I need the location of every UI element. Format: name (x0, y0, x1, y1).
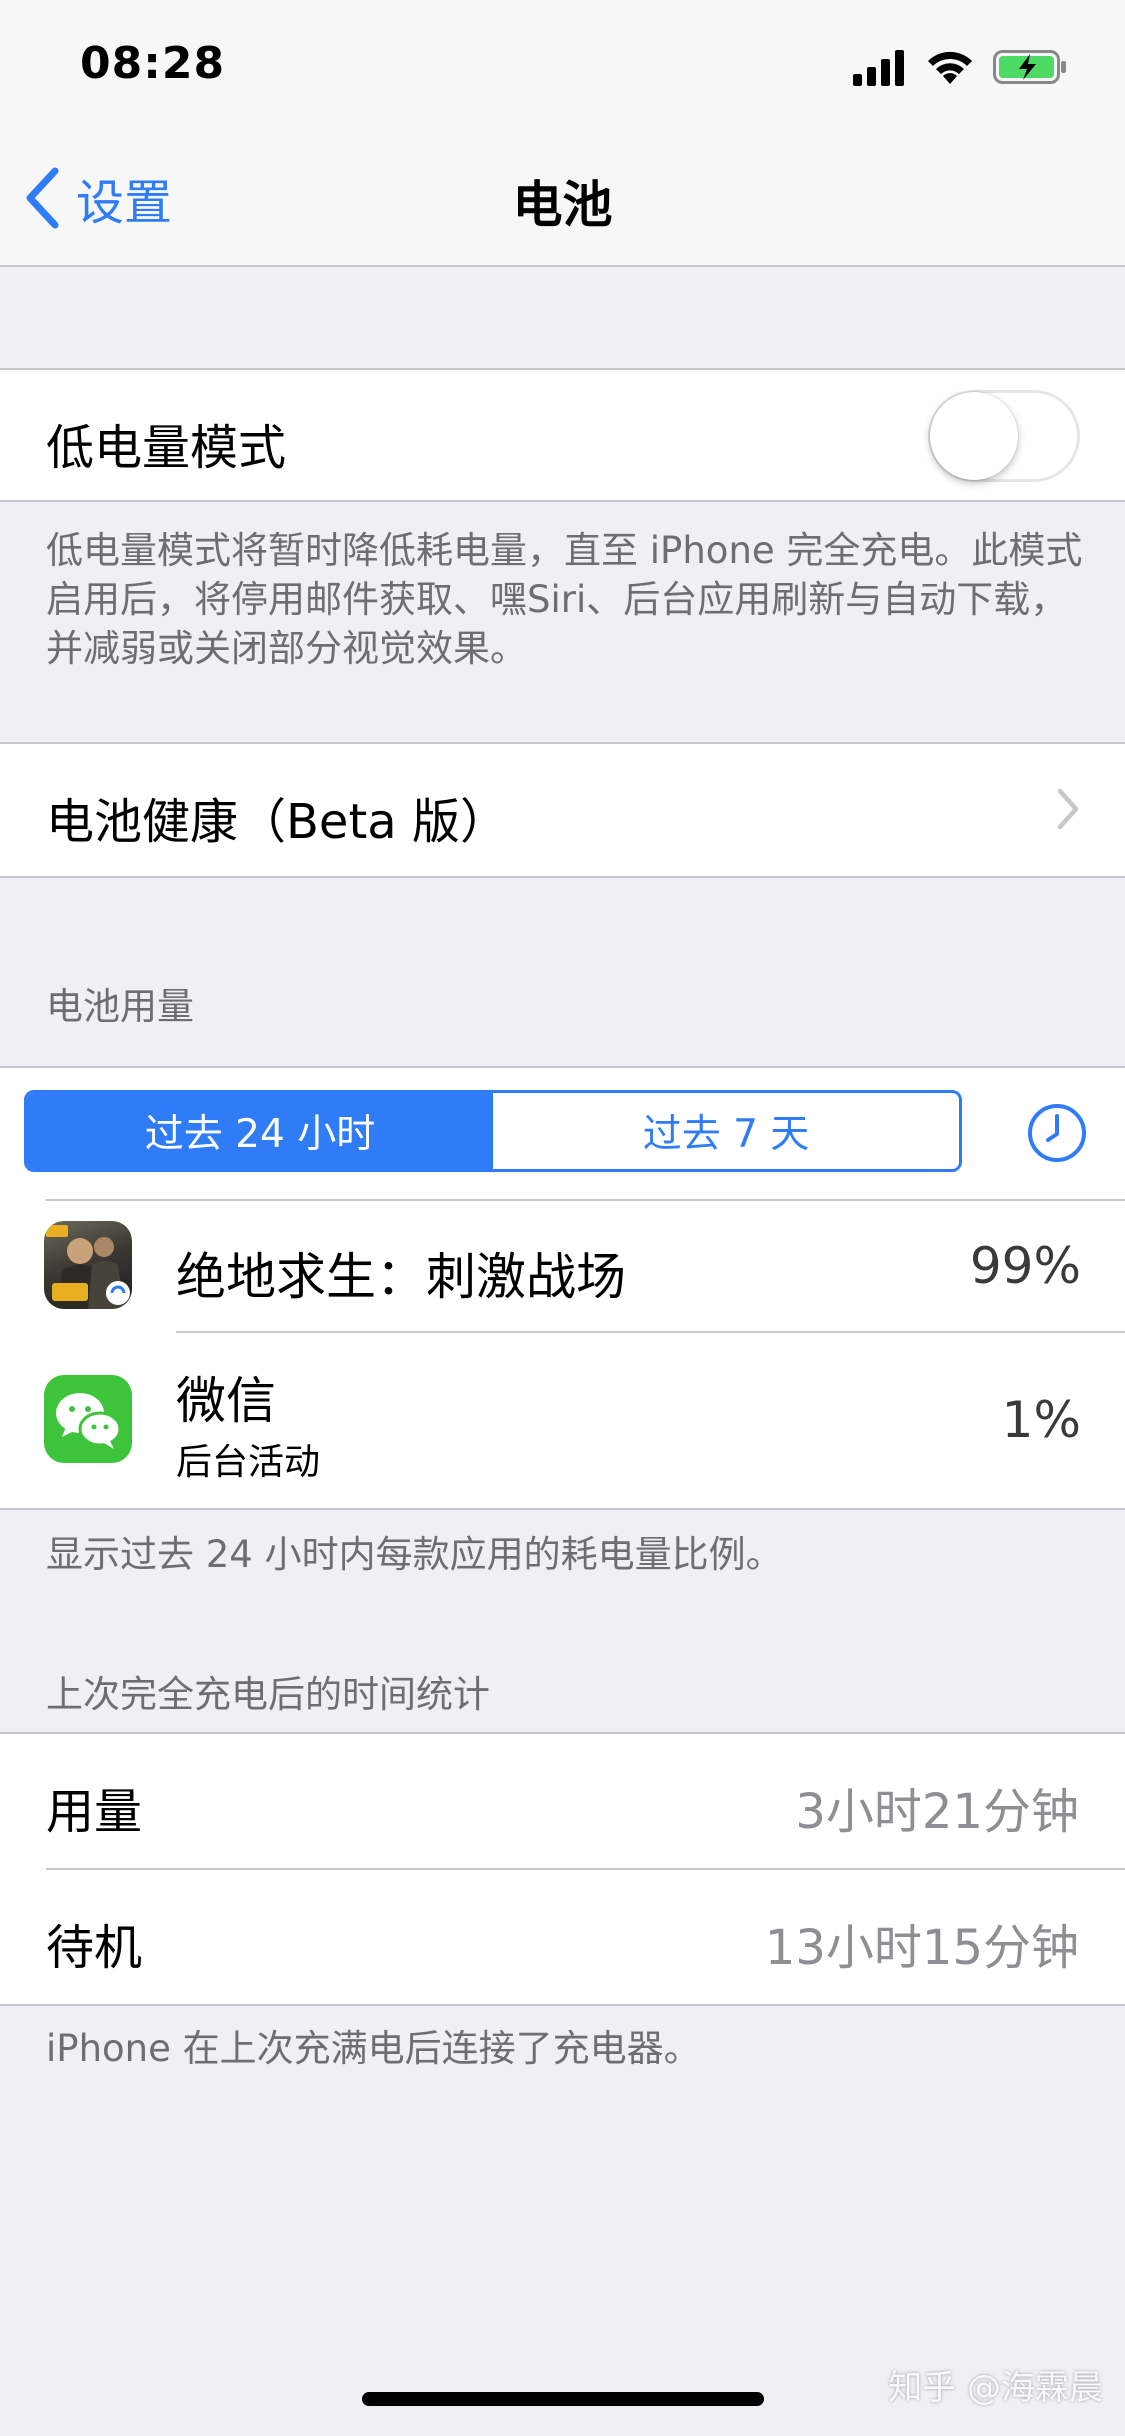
app-percent: 1% (1001, 1391, 1081, 1449)
status-icons (853, 48, 1083, 88)
low-power-label: 低电量模式 (46, 420, 287, 476)
since-charge-group: 用量 3小时21分钟 待机 13小时15分钟 (0, 1732, 1125, 2006)
wechat-app-icon (44, 1375, 132, 1463)
battery-charging-icon (993, 50, 1066, 84)
period-segmented-control: 过去 24 小时 过去 7 天 (24, 1090, 962, 1172)
low-power-toggle[interactable] (928, 390, 1080, 482)
usage-footer: 显示过去 24 小时内每款应用的耗电量比例。 (46, 1533, 783, 1576)
row-label: 待机 (46, 1920, 143, 1976)
row-value: 3小时21分钟 (795, 1784, 1079, 1840)
page-title: 电池 (512, 176, 613, 234)
home-indicator[interactable] (362, 2392, 764, 2406)
app-name: 绝地求生：刺激战场 (176, 1248, 626, 1306)
low-power-footer: 低电量模式将暂时降低耗电量，直至 iPhone 完全充电。此模式启用后，将停用邮… (46, 529, 1083, 670)
row-label: 用量 (46, 1784, 143, 1840)
app-usage-row[interactable]: 微信 后台活动 1% (0, 1333, 1125, 1504)
app-usage-row[interactable]: 绝地求生：刺激战场 99% (0, 1201, 1125, 1331)
usage-time-row: 用量 3小时21分钟 (0, 1734, 1125, 1868)
standby-time-row: 待机 13小时15分钟 (0, 1870, 1125, 2004)
since-charge-header: 上次完全充电后的时间统计 (46, 1673, 490, 1716)
segment-24h[interactable]: 过去 24 小时 (27, 1093, 493, 1169)
app-percent: 99% (969, 1237, 1081, 1295)
battery-health-label: 电池健康（Beta 版） (46, 794, 508, 850)
usage-header: 电池用量 (46, 985, 194, 1028)
toggle-knob (930, 392, 1018, 480)
row-value: 13小时15分钟 (764, 1920, 1079, 1976)
clock-icon[interactable] (1026, 1102, 1088, 1164)
pubg-app-icon (44, 1221, 132, 1309)
cellular-signal-icon (853, 50, 904, 86)
app-name: 微信 (176, 1372, 276, 1430)
wifi-icon (928, 51, 972, 84)
chevron-right-icon (1057, 788, 1079, 830)
status-time: 08:28 (80, 38, 226, 89)
battery-health-cell[interactable]: 电池健康（Beta 版） (0, 742, 1125, 878)
app-subtitle: 后台活动 (176, 1442, 321, 1483)
watermark: 知乎 @海霖晨 (888, 2368, 1103, 2408)
segment-7d[interactable]: 过去 7 天 (493, 1093, 959, 1169)
since-charge-footer: iPhone 在上次充满电后连接了充电器。 (46, 2027, 701, 2070)
